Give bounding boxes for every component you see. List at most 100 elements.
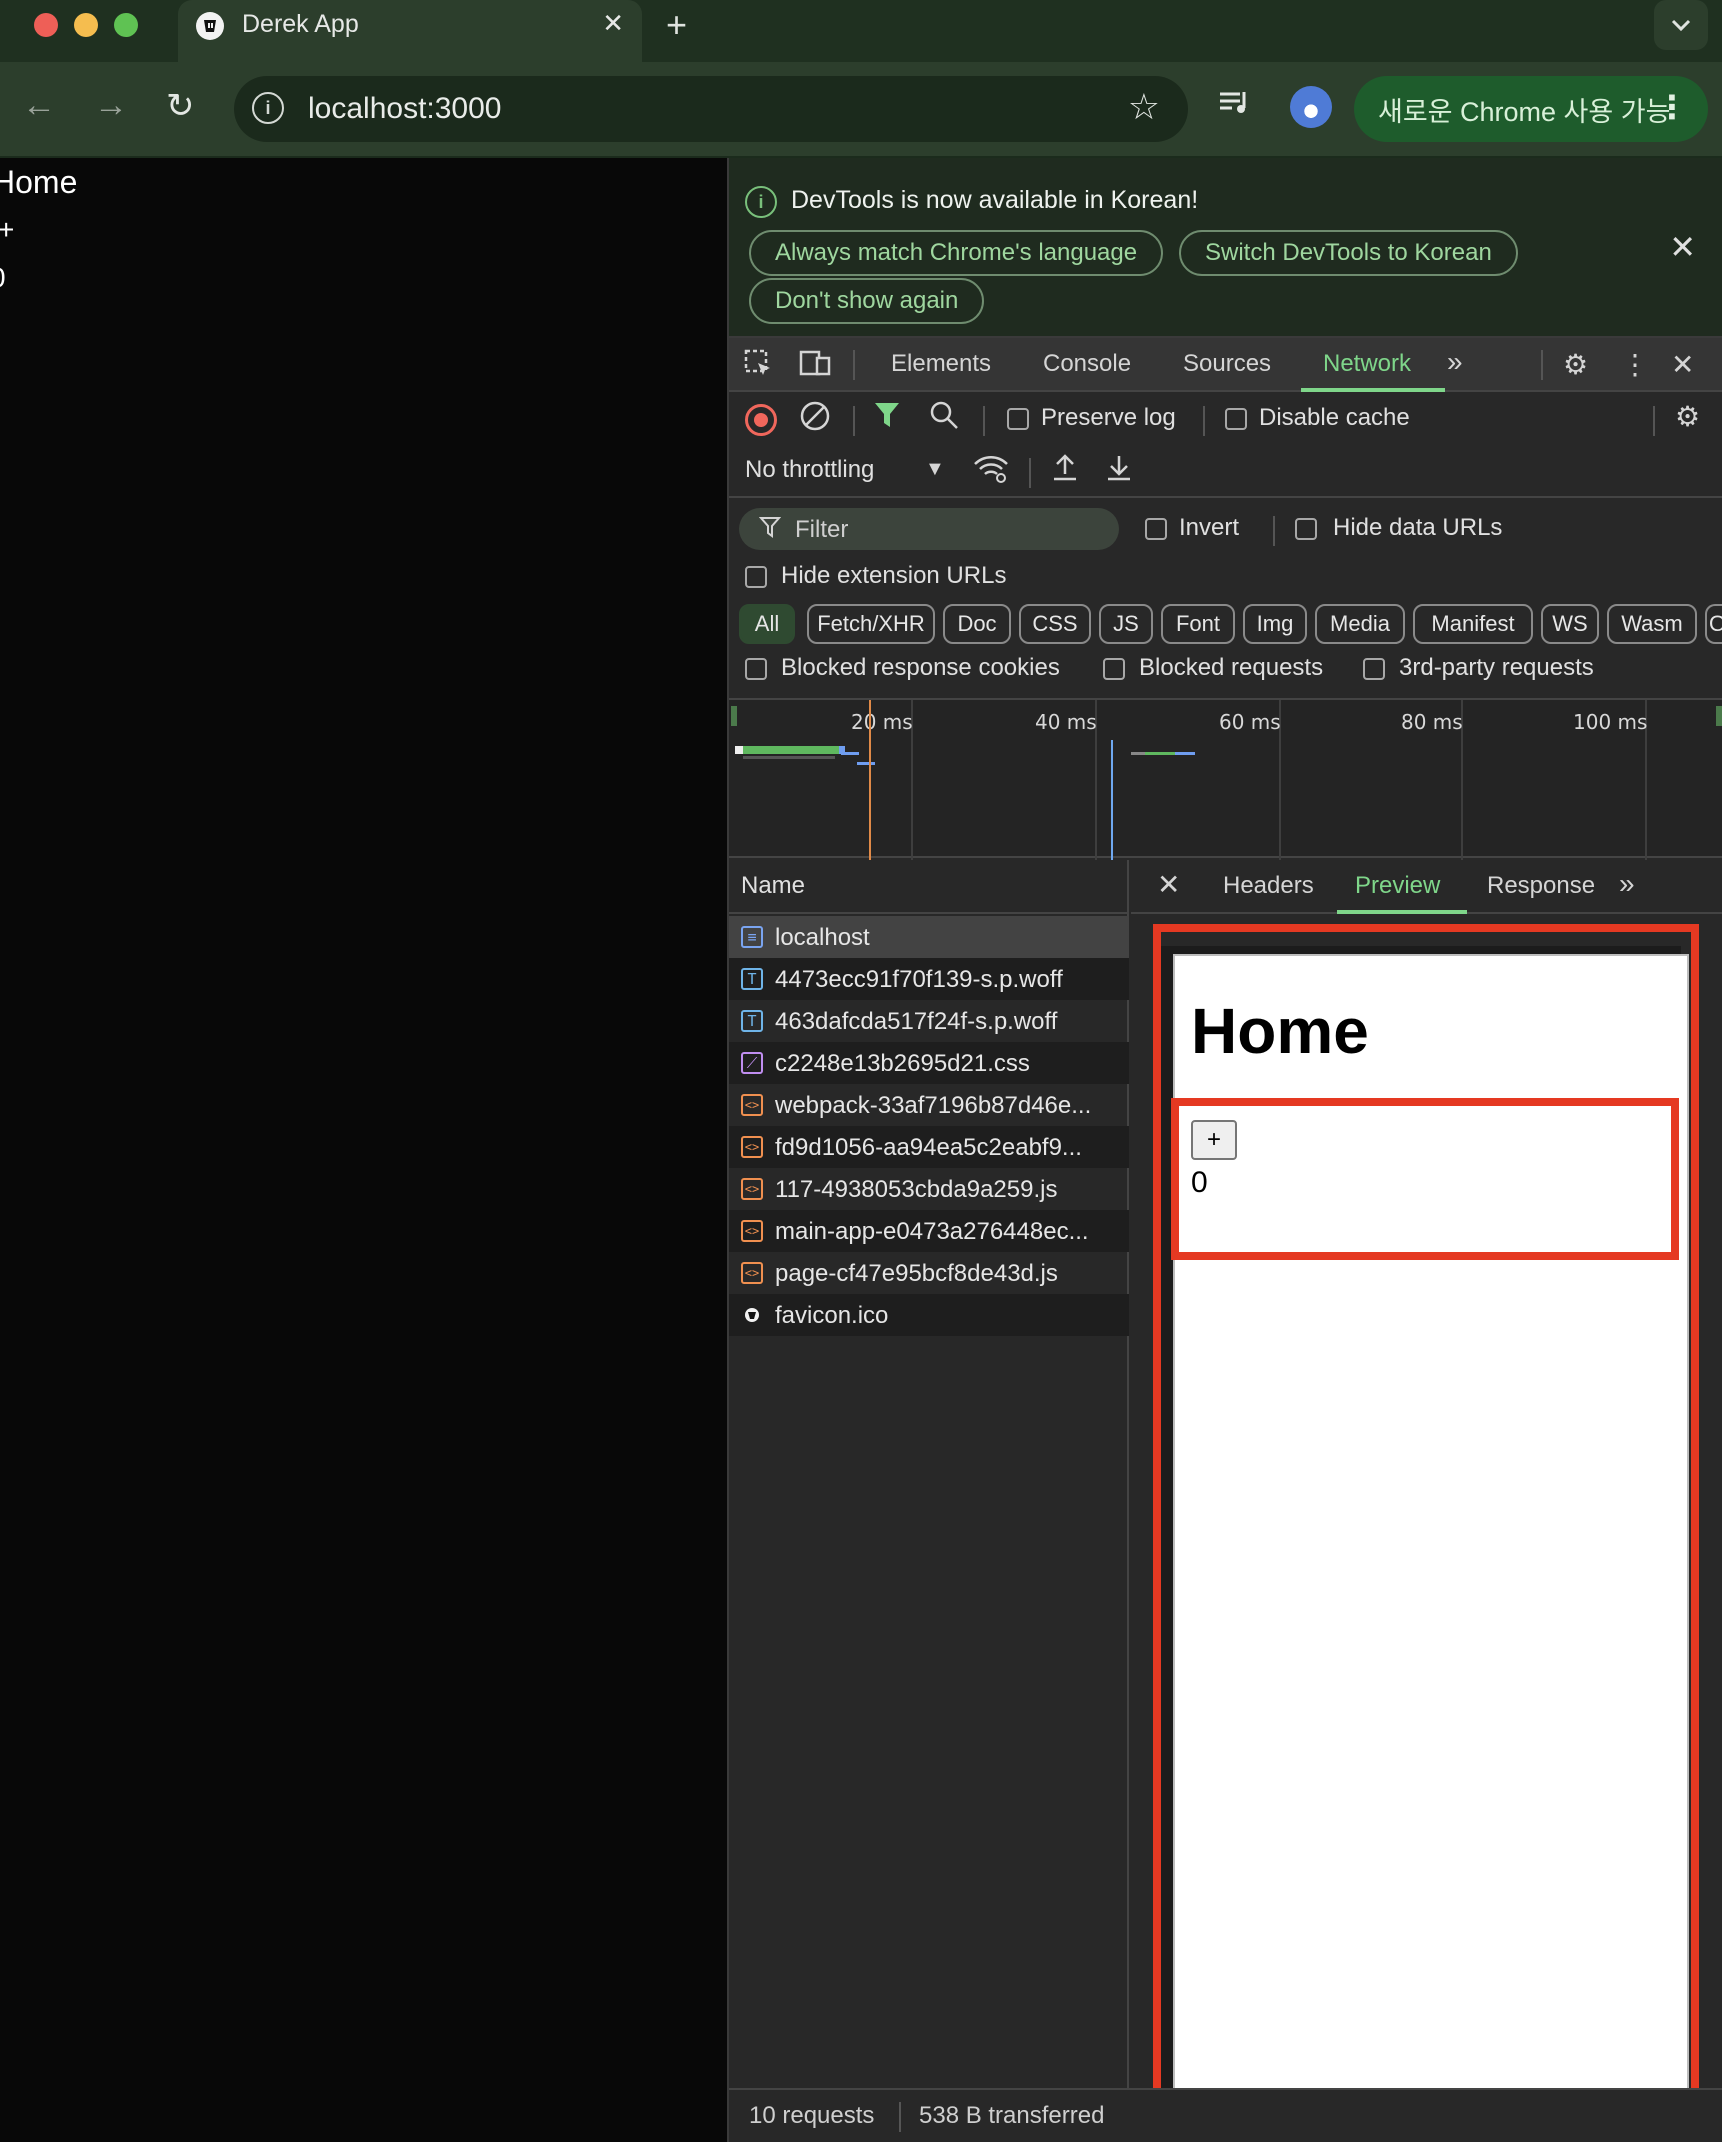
reload-icon[interactable]: ↻ — [166, 86, 195, 126]
filter-type-wasm[interactable]: Wasm — [1607, 604, 1697, 644]
media-controls-icon[interactable] — [1218, 88, 1252, 126]
invert-checkbox[interactable] — [1145, 518, 1167, 540]
request-row[interactable]: <> page-cf47e95bcf8de43d.js — [729, 1252, 1129, 1294]
import-har-upload-icon[interactable] — [1051, 452, 1079, 489]
inspect-element-icon[interactable] — [743, 348, 773, 385]
request-list: Name ≡ localhost T 4473ecc91f70f139-s.p.… — [729, 860, 1129, 2142]
request-row-localhost[interactable]: ≡ localhost — [729, 916, 1129, 958]
disable-cache-checkbox[interactable] — [1225, 408, 1247, 430]
request-name: favicon.ico — [775, 1302, 889, 1329]
new-tab-icon[interactable]: + — [666, 4, 687, 46]
throttling-dropdown-caret-icon[interactable]: ▼ — [925, 458, 945, 481]
third-party-checkbox[interactable] — [1363, 658, 1385, 680]
filter-type-other[interactable]: O — [1705, 604, 1722, 644]
forward-arrow-icon[interactable]: → — [94, 86, 128, 125]
request-name: 4473ecc91f70f139-s.p.woff — [775, 966, 1063, 993]
device-toolbar-icon[interactable] — [799, 348, 831, 385]
filter-type-media[interactable]: Media — [1315, 604, 1405, 644]
request-row[interactable]: favicon.ico — [729, 1294, 1129, 1336]
filter-type-ws[interactable]: WS — [1541, 604, 1599, 644]
request-row[interactable]: <> main-app-e0473a276448ec... — [729, 1210, 1129, 1252]
tab-headers[interactable]: Headers — [1223, 872, 1314, 900]
more-tabs-chevron-icon[interactable]: » — [1619, 868, 1635, 900]
site-info-icon[interactable]: i — [252, 92, 284, 124]
switch-to-korean-button[interactable]: Switch DevTools to Korean — [1179, 230, 1518, 276]
font-icon: T — [741, 1010, 763, 1032]
blocked-requests-checkbox[interactable] — [1103, 658, 1125, 680]
more-vertical-icon[interactable]: ⋮ — [1621, 348, 1649, 381]
request-row[interactable]: <> fd9d1056-aa94ea5c2eabf9... — [729, 1126, 1129, 1168]
filter-type-js[interactable]: JS — [1099, 604, 1153, 644]
close-devtools-icon[interactable]: ✕ — [1671, 348, 1694, 381]
request-row[interactable]: ⟋ c2248e13b2695d21.css — [729, 1042, 1129, 1084]
filter-type-font[interactable]: Font — [1161, 604, 1235, 644]
tab-response[interactable]: Response — [1487, 872, 1595, 900]
detail-tab-bar: ✕ Headers Preview Response » — [1131, 860, 1722, 914]
chrome-update-button[interactable]: 새로운 Chrome 사용 가능 ⋮ — [1354, 76, 1708, 142]
network-overview-timeline[interactable]: 20 ms 40 ms 60 ms 80 ms 100 ms — [729, 698, 1722, 860]
settings-gear-icon[interactable]: ⚙ — [1563, 348, 1588, 381]
back-arrow-icon[interactable]: ← — [22, 86, 56, 125]
filter-type-css[interactable]: CSS — [1019, 604, 1091, 644]
request-count: 10 requests — [749, 2102, 875, 2129]
more-tabs-chevron-icon[interactable]: » — [1447, 346, 1463, 378]
script-icon: <> — [741, 1220, 763, 1242]
search-icon[interactable] — [929, 400, 959, 437]
export-har-download-icon[interactable] — [1105, 452, 1133, 489]
record-stop-icon[interactable] — [745, 404, 777, 436]
filter-type-doc[interactable]: Doc — [943, 604, 1011, 644]
tab-close-icon[interactable]: ✕ — [602, 8, 624, 39]
hide-data-urls-label: Hide data URLs — [1333, 514, 1503, 541]
tab-network[interactable]: Network — [1323, 350, 1411, 378]
network-conditions-wifi-icon[interactable] — [973, 454, 1009, 491]
devtools-tab-bar: Elements Console Sources Network » ⚙ ⋮ ✕ — [729, 338, 1722, 392]
timeline-bar — [743, 746, 839, 754]
hide-data-urls-checkbox[interactable] — [1295, 518, 1317, 540]
tab-search-chevron-down-icon[interactable] — [1654, 0, 1708, 50]
request-list-header[interactable]: Name — [729, 860, 1129, 914]
browser-tab[interactable]: Derek App ✕ — [178, 0, 642, 62]
tab-preview[interactable]: Preview — [1355, 872, 1440, 900]
close-detail-icon[interactable]: ✕ — [1157, 868, 1180, 901]
tab-elements[interactable]: Elements — [891, 350, 991, 378]
preserve-log-checkbox[interactable] — [1007, 408, 1029, 430]
filter-type-fetch-xhr[interactable]: Fetch/XHR — [807, 604, 935, 644]
blocked-cookies-checkbox[interactable] — [745, 658, 767, 680]
close-window-button[interactable] — [34, 13, 58, 37]
bookmark-star-icon[interactable]: ☆ — [1128, 86, 1160, 128]
always-match-language-button[interactable]: Always match Chrome's language — [749, 230, 1164, 276]
profile-avatar[interactable] — [1290, 86, 1332, 128]
hide-extension-urls-checkbox[interactable] — [745, 566, 767, 588]
filter-input[interactable]: Filter — [739, 508, 1119, 550]
url-text[interactable]: localhost:3000 — [308, 92, 501, 126]
timeline-left-handle[interactable] — [731, 706, 737, 726]
status-separator — [899, 2102, 901, 2132]
dont-show-again-button[interactable]: Don't show again — [749, 278, 985, 324]
filter-type-all[interactable]: All — [739, 604, 795, 644]
highlight-inner-box — [1171, 1098, 1679, 1260]
timeline-right-handle[interactable] — [1716, 706, 1722, 726]
request-row[interactable]: T 4473ecc91f70f139-s.p.woff — [729, 958, 1129, 1000]
request-name: main-app-e0473a276448ec... — [775, 1218, 1089, 1245]
request-row[interactable]: T 463dafcda517f24f-s.p.woff — [729, 1000, 1129, 1042]
font-icon: T — [741, 968, 763, 990]
zoom-window-button[interactable] — [114, 13, 138, 37]
toolbar-separator — [1203, 406, 1205, 436]
address-bar[interactable]: i localhost:3000 ☆ — [234, 76, 1188, 142]
request-row[interactable]: <> webpack-33af7196b87d46e... — [729, 1084, 1129, 1126]
toolbar-separator — [1029, 458, 1031, 488]
network-settings-gear-icon[interactable]: ⚙ — [1675, 400, 1700, 433]
filter-funnel-icon[interactable] — [873, 400, 901, 437]
banner-close-icon[interactable]: ✕ — [1669, 228, 1696, 266]
clear-log-icon[interactable] — [799, 400, 831, 439]
increment-button[interactable]: + — [0, 214, 14, 246]
timeline-tick-label: 80 ms — [1401, 710, 1463, 734]
minimize-window-button[interactable] — [74, 13, 98, 37]
filter-type-img[interactable]: Img — [1243, 604, 1307, 644]
throttling-select[interactable]: No throttling — [745, 456, 874, 484]
filter-type-manifest[interactable]: Manifest — [1413, 604, 1533, 644]
tab-console[interactable]: Console — [1043, 350, 1131, 378]
request-row[interactable]: <> 117-4938053cbda9a259.js — [729, 1168, 1129, 1210]
more-vertical-icon[interactable]: ⋮ — [1656, 88, 1688, 126]
tab-sources[interactable]: Sources — [1183, 350, 1271, 378]
